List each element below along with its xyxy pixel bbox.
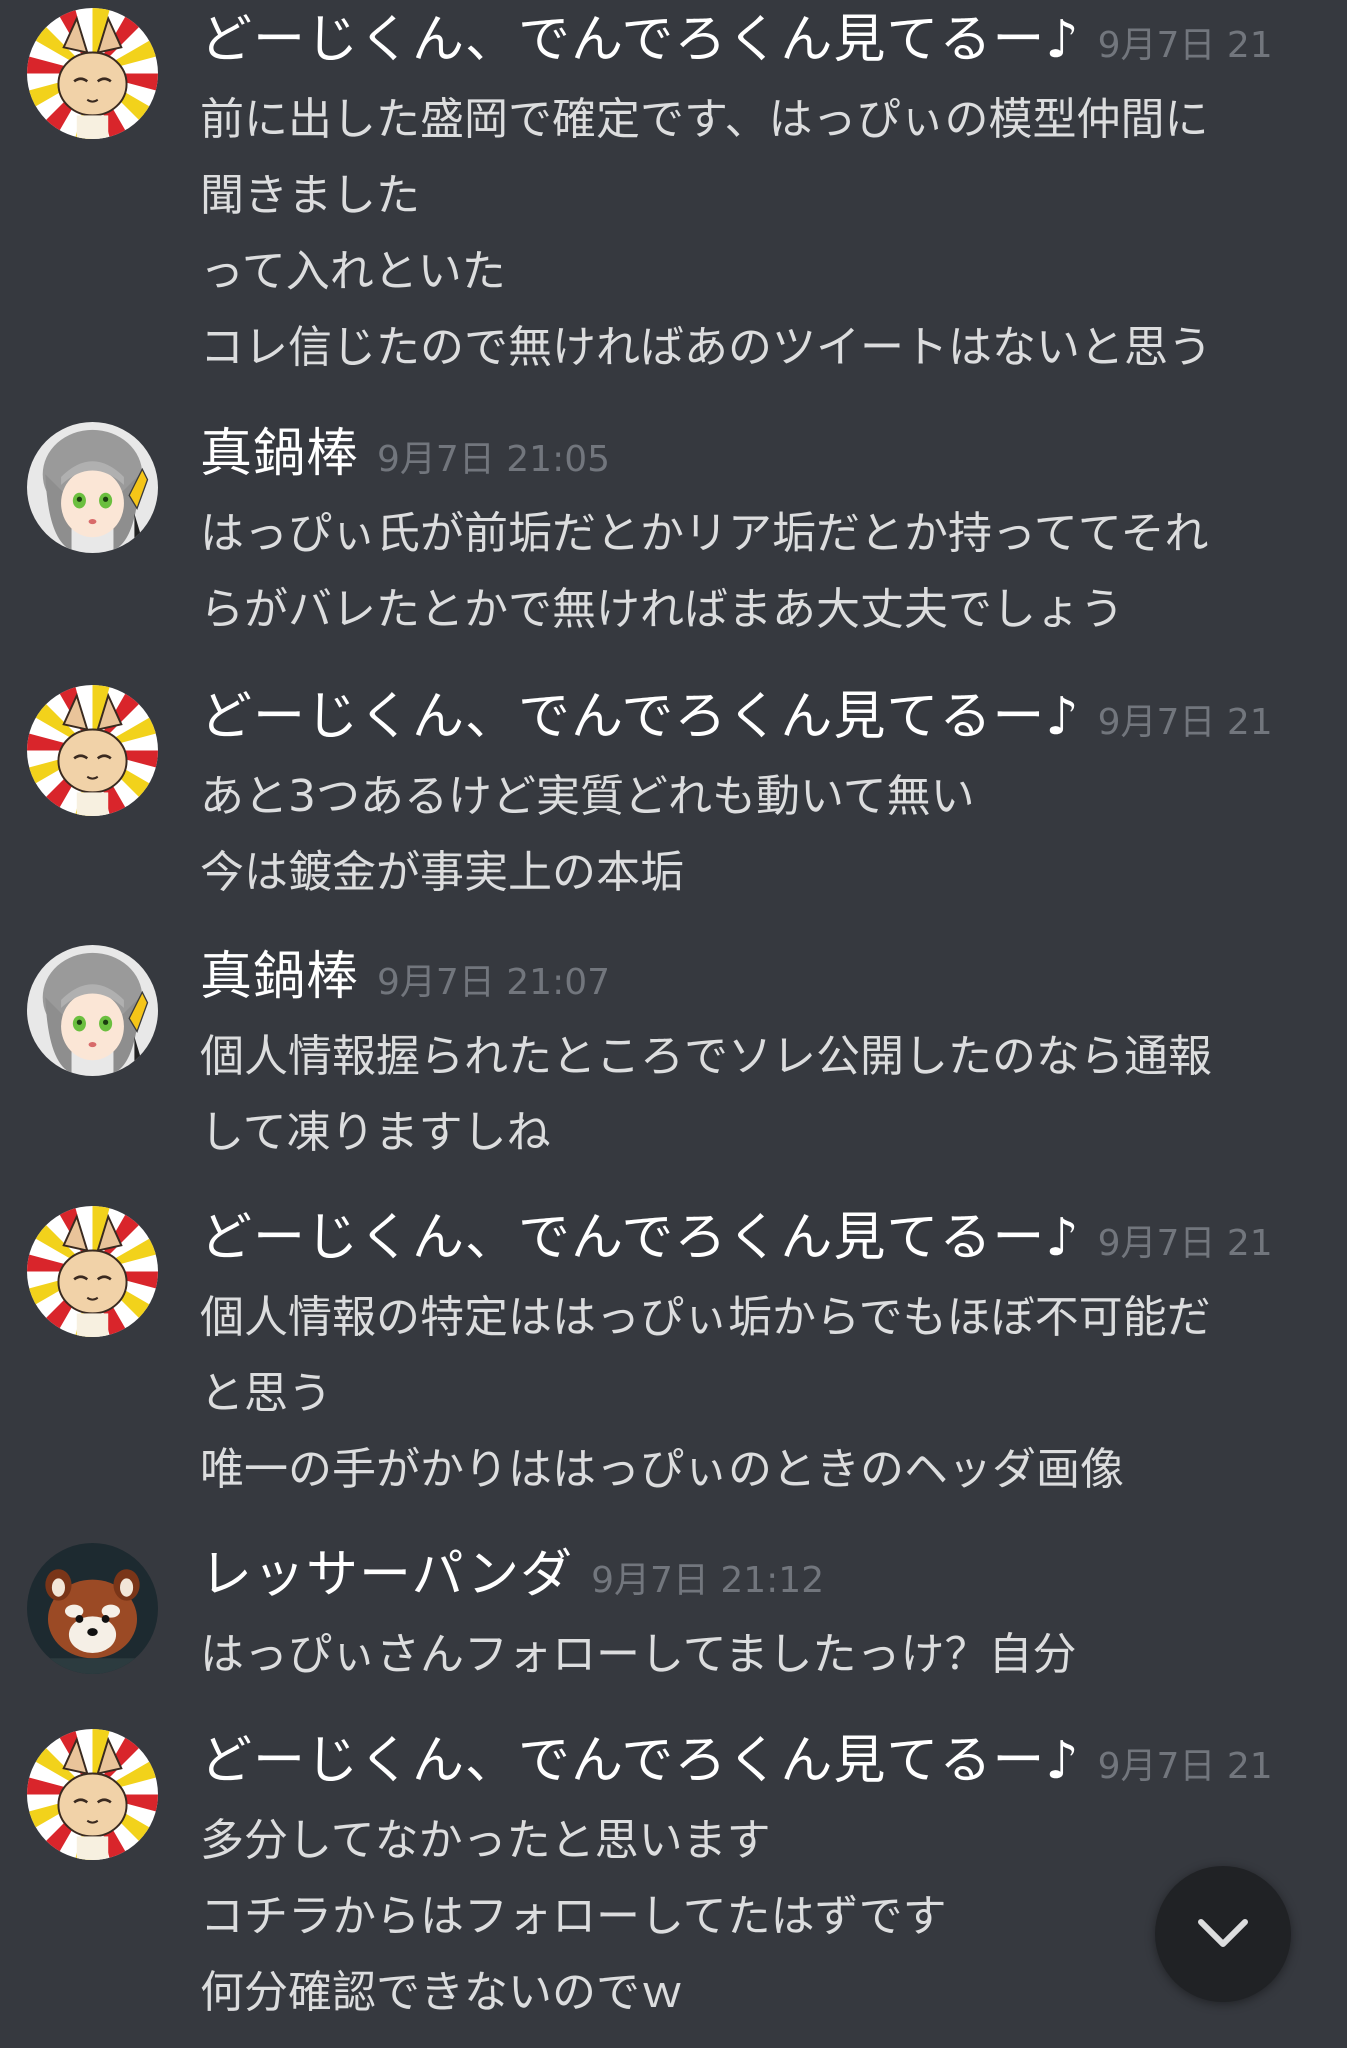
avatar[interactable]: [27, 1206, 158, 1337]
timestamp: 9月7日 21: [1097, 25, 1273, 66]
chat-messages: どーじくん、でんでろくん見てるー♪ 9月7日 21 前に出した盛岡で確定です、はっ…: [0, 0, 1347, 2048]
message-line: 何分確認できないのでｗ: [200, 1967, 684, 2018]
avatar[interactable]: [27, 8, 158, 139]
avatar[interactable]: [27, 422, 158, 553]
red-panda-avatar-image: [27, 1543, 158, 1674]
username[interactable]: 真鍋棒: [200, 424, 359, 484]
avatar[interactable]: [27, 1729, 158, 1860]
message-line: して凍りますしね: [200, 1107, 551, 1158]
fox-avatar-image: [27, 1206, 158, 1337]
timestamp: 9月7日 21:07: [377, 962, 611, 1003]
timestamp: 9月7日 21: [1097, 1223, 1273, 1264]
message-line: はっぴぃさんフォローしてましたっけ？自分: [200, 1629, 1077, 1680]
username[interactable]: どーじくん、でんでろくん見てるー♪: [200, 10, 1080, 70]
message-line: コレ信じたので無ければあのツイートはないと思う: [200, 322, 1212, 373]
message-line: はっぴぃ氏が前垢だとかリア垢だとか持っててそれ: [200, 508, 1209, 559]
message-line: 唯一の手がかりははっぴぃのときのヘッダ画像: [200, 1444, 1124, 1495]
message-content: 個人情報の特定ははっぴぃ垢からでもほぼ不可能だ と思う 唯一の手がかりははっぴぃ…: [200, 1280, 1320, 1508]
timestamp: 9月7日 21: [1097, 1746, 1273, 1787]
message-header: どーじくん、でんでろくん見てるー♪ 9月7日 21: [200, 677, 1273, 757]
message-line: コチラからはフォローしてたはずです: [200, 1891, 947, 1942]
chevron-down-icon: [1198, 1919, 1248, 1947]
avatar[interactable]: [27, 945, 158, 1076]
message-line: 聞きました: [200, 170, 420, 221]
username[interactable]: どーじくん、でんでろくん見てるー♪: [200, 1208, 1080, 1268]
message-header: どーじくん、でんでろくん見てるー♪ 9月7日 21: [200, 1198, 1273, 1278]
avatar[interactable]: [27, 1543, 158, 1674]
username[interactable]: 真鍋棒: [200, 947, 359, 1007]
message-header: 真鍋棒 9月7日 21:07: [200, 937, 610, 1017]
timestamp: 9月7日 21:05: [377, 439, 611, 480]
username[interactable]: どーじくん、でんでろくん見てるー♪: [200, 1731, 1080, 1791]
fox-avatar-image: [27, 8, 158, 139]
username[interactable]: どーじくん、でんでろくん見てるー♪: [200, 687, 1080, 747]
message-header: 真鍋棒 9月7日 21:05: [200, 414, 610, 494]
message-line: あと3つあるけど実質どれも動いて無い: [200, 771, 975, 822]
scroll-to-bottom-button[interactable]: [1155, 1866, 1291, 2002]
fox-avatar-image: [27, 685, 158, 816]
message-content: はっぴぃさんフォローしてましたっけ？自分: [200, 1617, 1320, 1693]
timestamp: 9月7日 21: [1097, 702, 1273, 743]
silver-hair-avatar-image: [27, 945, 158, 1076]
message-content: 多分してなかったと思います コチラからはフォローしてたはずです 何分確認できない…: [200, 1803, 1320, 2031]
silver-hair-avatar-image: [27, 422, 158, 553]
fox-avatar-image: [27, 1729, 158, 1860]
message-line: 個人情報握られたところでソレ公開したのなら通報: [200, 1031, 1212, 1082]
timestamp: 9月7日 21:12: [591, 1560, 825, 1601]
username[interactable]: レッサーパンダ: [200, 1545, 573, 1605]
message-content: 個人情報握られたところでソレ公開したのなら通報 して凍りますしね: [200, 1019, 1320, 1171]
message-content: 前に出した盛岡で確定です、はっぴぃの模型仲間に 聞きました って入れといた コレ…: [200, 82, 1320, 386]
message-line: 今は鍍金が事実上の本垢: [200, 847, 684, 898]
message-content: あと3つあるけど実質どれも動いて無い 今は鍍金が事実上の本垢: [200, 759, 1320, 911]
message-line: 前に出した盛岡で確定です、はっぴぃの模型仲間に: [200, 94, 1209, 145]
message-header: どーじくん、でんでろくん見てるー♪ 9月7日 21: [200, 1721, 1273, 1801]
message-line: って入れといた: [200, 246, 506, 297]
message-line: と思う: [200, 1368, 332, 1419]
message-line: 個人情報の特定ははっぴぃ垢からでもほぼ不可能だ: [200, 1292, 1211, 1343]
avatar[interactable]: [27, 685, 158, 816]
message-header: レッサーパンダ 9月7日 21:12: [200, 1535, 824, 1615]
message-line: 多分してなかったと思います: [200, 1815, 771, 1866]
message-line: らがバレたとかで無ければまあ大丈夫でしょう: [200, 584, 1124, 635]
message-header: どーじくん、でんでろくん見てるー♪ 9月7日 21: [200, 0, 1273, 80]
message-content: はっぴぃ氏が前垢だとかリア垢だとか持っててそれ らがバレたとかで無ければまあ大丈…: [200, 496, 1320, 648]
